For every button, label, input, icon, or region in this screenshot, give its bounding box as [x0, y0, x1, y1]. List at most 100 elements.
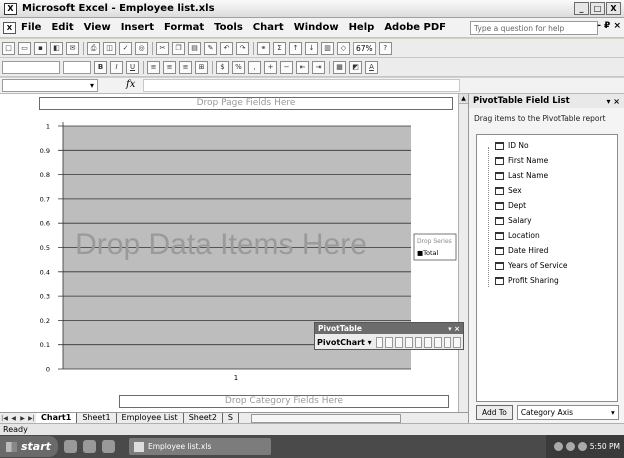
- permission-icon[interactable]: ◧: [50, 41, 63, 55]
- email-icon[interactable]: ✉: [66, 41, 79, 55]
- field-item[interactable]: Dept: [495, 201, 526, 210]
- quicklaunch-desktop-icon[interactable]: [83, 440, 96, 453]
- insert-function-icon[interactable]: fx: [126, 79, 135, 90]
- show-detail-icon[interactable]: [404, 336, 413, 348]
- pivottable-toolbar[interactable]: PivotTable ▾ × PivotChart ▾: [314, 322, 464, 350]
- horizontal-scrollbar[interactable]: [250, 413, 401, 423]
- area-select[interactable]: Category Axis ▾: [516, 405, 619, 420]
- decrease-indent-icon[interactable]: ⇤: [296, 60, 309, 74]
- drop-series-zone[interactable]: Drop Series: [417, 238, 452, 245]
- menu-format[interactable]: Format: [164, 22, 204, 33]
- open-icon[interactable]: ▭: [18, 41, 31, 55]
- pane-close-icon[interactable]: ▾ ×: [606, 97, 620, 106]
- menu-view[interactable]: View: [84, 22, 111, 33]
- zoom-select[interactable]: 67%: [353, 41, 376, 55]
- sort-ascending-icon[interactable]: ↑: [289, 41, 302, 55]
- include-hidden-icon[interactable]: [424, 336, 432, 348]
- menu-window[interactable]: Window: [294, 22, 339, 33]
- next-sheet-icon[interactable]: ▶: [18, 415, 27, 422]
- menu-adobe-pdf[interactable]: Adobe PDF: [384, 22, 446, 33]
- italic-icon[interactable]: I: [110, 60, 123, 74]
- tray-network-icon[interactable]: [553, 442, 563, 451]
- chart-wizard-icon[interactable]: [385, 336, 394, 348]
- undo-icon[interactable]: ↶: [220, 41, 233, 55]
- field-item[interactable]: Profit Sharing: [495, 276, 559, 285]
- close-icon[interactable]: ▾ ×: [448, 325, 460, 333]
- field-item[interactable]: Date Hired: [495, 246, 548, 255]
- chart-wizard-icon[interactable]: ▥: [321, 41, 334, 55]
- pivottable-toolbar-title-bar[interactable]: PivotTable ▾ ×: [315, 323, 463, 334]
- hyperlink-icon[interactable]: ⚭: [257, 41, 270, 55]
- workbook-icon[interactable]: X: [3, 21, 16, 34]
- menu-file[interactable]: File: [21, 22, 41, 33]
- close-button[interactable]: X: [606, 2, 621, 15]
- taskbar-excel-button[interactable]: Employee list.xls: [129, 438, 271, 455]
- field-item[interactable]: ID No: [495, 141, 529, 150]
- formula-input[interactable]: [143, 79, 460, 92]
- borders-icon[interactable]: ▦: [333, 60, 346, 74]
- decrease-decimal-icon[interactable]: −: [280, 60, 293, 74]
- scroll-up-arrow-icon[interactable]: ▲: [459, 94, 468, 104]
- font-color-icon[interactable]: A: [365, 60, 378, 74]
- spelling-icon[interactable]: ✓: [119, 41, 132, 55]
- field-item[interactable]: Years of Service: [495, 261, 568, 270]
- pivotchart-menu-button[interactable]: PivotChart ▾: [317, 338, 372, 347]
- prev-sheet-icon[interactable]: ◀: [9, 415, 18, 422]
- align-left-icon[interactable]: ≡: [147, 60, 160, 74]
- tab-employee-list[interactable]: Employee List: [117, 413, 184, 423]
- drawing-icon[interactable]: ◇: [337, 41, 350, 55]
- paste-icon[interactable]: ▤: [188, 41, 201, 55]
- currency-icon[interactable]: $: [216, 60, 229, 74]
- drop-data-items-zone[interactable]: Drop Data Items Here: [75, 228, 367, 261]
- field-item[interactable]: Sex: [495, 186, 522, 195]
- redo-icon[interactable]: ↷: [236, 41, 249, 55]
- tab-sheet3[interactable]: S: [223, 413, 239, 423]
- show-field-list-icon[interactable]: [453, 336, 462, 348]
- field-item[interactable]: Location: [495, 231, 540, 240]
- start-button[interactable]: start: [0, 436, 58, 457]
- document-window-controls[interactable]: - ₽ ×: [597, 21, 621, 31]
- autosum-icon[interactable]: Σ: [273, 41, 286, 55]
- refresh-data-icon[interactable]: [414, 336, 423, 348]
- research-icon[interactable]: ◎: [135, 41, 148, 55]
- increase-decimal-icon[interactable]: +: [264, 60, 277, 74]
- field-item[interactable]: First Name: [495, 156, 548, 165]
- increase-indent-icon[interactable]: ⇥: [312, 60, 325, 74]
- menu-insert[interactable]: Insert: [121, 22, 154, 33]
- menu-tools[interactable]: Tools: [214, 22, 243, 33]
- tab-sheet1[interactable]: Sheet1: [77, 413, 117, 423]
- format-painter-icon[interactable]: ✎: [204, 41, 217, 55]
- always-display-icon[interactable]: [433, 336, 442, 348]
- tab-sheet2[interactable]: Sheet2: [184, 413, 223, 423]
- fill-color-icon[interactable]: ◩: [349, 60, 362, 74]
- underline-icon[interactable]: U: [126, 60, 139, 74]
- format-report-icon[interactable]: [375, 336, 384, 348]
- last-sheet-icon[interactable]: ▶|: [27, 415, 36, 422]
- tray-security-icon[interactable]: [577, 442, 587, 451]
- vertical-scrollbar[interactable]: ▲: [458, 94, 468, 412]
- restore-button[interactable]: □: [590, 2, 605, 15]
- font-size-select[interactable]: [63, 60, 91, 74]
- field-item[interactable]: Last Name: [495, 171, 548, 180]
- print-icon[interactable]: ⎙: [87, 41, 100, 55]
- minimize-button[interactable]: _: [574, 2, 589, 15]
- tab-chart1[interactable]: Chart1: [36, 413, 78, 423]
- copy-icon[interactable]: ❐: [172, 41, 185, 55]
- chart-sheet[interactable]: Drop Page Fields Here 1 0.9 0.8 0.7 0.6 0.5 0.…: [0, 94, 468, 412]
- tray-volume-icon[interactable]: [565, 442, 575, 451]
- excel-icon[interactable]: X: [4, 2, 17, 15]
- percent-icon[interactable]: %: [232, 60, 245, 74]
- name-box[interactable]: ▾: [2, 79, 98, 92]
- align-right-icon[interactable]: ≡: [179, 60, 192, 74]
- help-icon[interactable]: ?: [378, 41, 392, 55]
- font-name-select[interactable]: [2, 60, 60, 74]
- bold-icon[interactable]: B: [94, 60, 107, 74]
- quicklaunch-browser-icon[interactable]: [64, 440, 77, 453]
- new-icon[interactable]: □: [2, 41, 15, 55]
- merge-center-icon[interactable]: ⊞: [195, 60, 208, 74]
- drop-category-fields-zone[interactable]: Drop Category Fields Here: [119, 395, 449, 408]
- menu-chart[interactable]: Chart: [253, 22, 284, 33]
- ask-question-input[interactable]: Type a question for help: [470, 21, 598, 35]
- field-settings-icon[interactable]: [443, 336, 452, 348]
- menu-help[interactable]: Help: [349, 22, 375, 33]
